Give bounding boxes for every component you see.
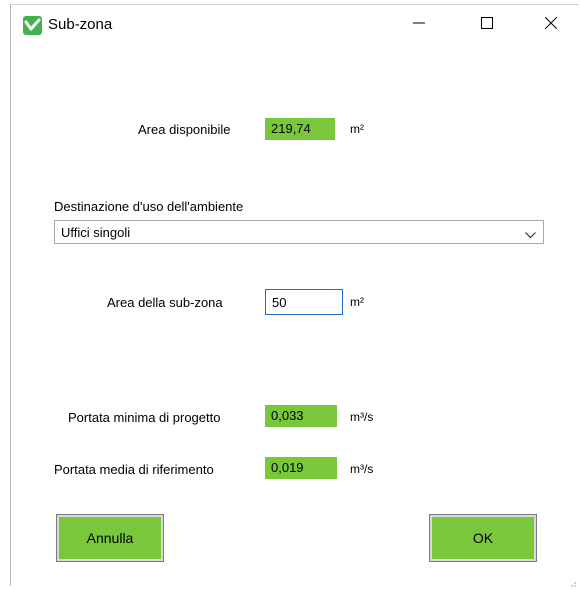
- area-subzona-input[interactable]: [265, 289, 343, 315]
- area-disponibile-label: Area disponibile: [138, 122, 231, 137]
- maximize-icon: [481, 17, 493, 29]
- area-subzona-label: Area della sub-zona: [107, 295, 223, 310]
- ok-button[interactable]: OK: [429, 514, 537, 562]
- destinazione-label: Destinazione d'uso dell'ambiente: [54, 199, 244, 214]
- window-title: Sub-zona: [48, 16, 113, 33]
- minimize-icon: [413, 22, 425, 24]
- destinazione-dropdown[interactable]: Uffici singoli: [54, 220, 544, 244]
- maximize-button[interactable]: [464, 5, 510, 41]
- resize-grip-icon[interactable]: [569, 576, 577, 587]
- portata-minima-label: Portata minima di progetto: [68, 410, 221, 425]
- minimize-button[interactable]: [396, 5, 442, 41]
- area-disponibile-unit: m²: [350, 122, 364, 136]
- area-disponibile-value: 219,74: [265, 118, 335, 140]
- portata-media-value: 0,019: [265, 457, 337, 479]
- portata-minima-value: 0,033: [265, 405, 337, 427]
- close-icon: [545, 17, 557, 29]
- chevron-down-icon: [525, 227, 536, 242]
- portata-minima-unit: m³/s: [350, 410, 374, 424]
- area-subzona-unit: m²: [350, 295, 364, 309]
- portata-media-unit: m³/s: [350, 462, 374, 476]
- dialog-window: Sub-zona Area disponibile 219,74 m² Dest…: [10, 4, 579, 587]
- title-bar[interactable]: Sub-zona: [11, 5, 579, 41]
- cancel-button[interactable]: Annulla: [56, 514, 164, 562]
- portata-media-label: Portata media di riferimento: [54, 462, 214, 477]
- close-button[interactable]: [528, 5, 574, 41]
- app-logo-icon: [23, 16, 42, 35]
- destinazione-selected-value: Uffici singoli: [61, 225, 131, 240]
